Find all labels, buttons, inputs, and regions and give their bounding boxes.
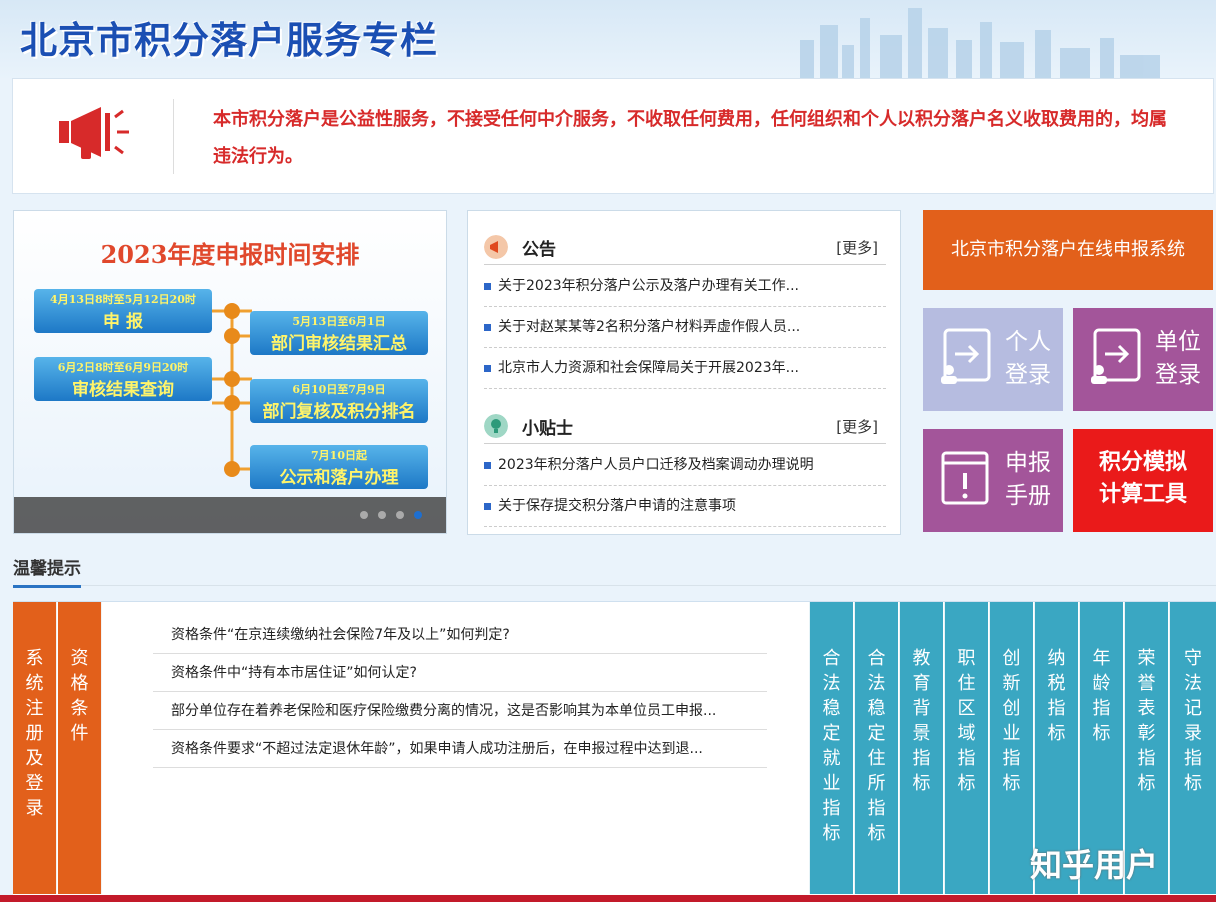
tips-more-link[interactable]: [更多]: [836, 416, 878, 437]
notice-text: 本市积分落户是公益性服务，不接受任何中介服务，不收取任何费用，任何组织和个人以积…: [213, 109, 1167, 167]
qa-item[interactable]: 资格条件中“持有本市居住证”如何认定?: [153, 654, 767, 692]
carousel-bar: [14, 497, 446, 533]
qa-item[interactable]: 部分单位存在着养老保险和医疗保险缴费分离的情况，这是否影响其为本单位员工申报..…: [153, 692, 767, 730]
calculator-button[interactable]: 积分模拟计算工具: [1073, 429, 1213, 532]
tab-registration-login[interactable]: 系统注册及登录: [13, 602, 57, 894]
login-icon: [941, 328, 991, 384]
bottom-bar: [0, 895, 1216, 902]
schedule-step: 4月13日8时至5月12日20时 申 报: [34, 289, 212, 333]
tab-employment-indicator[interactable]: 合法稳定就业指标: [809, 602, 853, 894]
online-system-button[interactable]: 北京市积分落户在线申报系统: [923, 210, 1213, 290]
personal-login-label: 个人登录: [1005, 329, 1051, 388]
tab-law-abiding-indicator[interactable]: 守法记录指标: [1169, 602, 1216, 894]
tab-qualification[interactable]: 资格条件: [58, 602, 102, 894]
schedule-banner[interactable]: 2023年度申报时间安排 4月13日8时至5月12日20时 申 报 5月13日至…: [13, 210, 447, 534]
calculator-label: 积分模拟计算工具: [1098, 450, 1187, 507]
tab-work-residence-area-indicator[interactable]: 职住区域指标: [944, 602, 988, 894]
city-skyline-decoration: [800, 8, 1160, 78]
announcement-item[interactable]: 北京市人力资源和社会保障局关于开展2023年...: [484, 348, 886, 389]
carousel-dot-active[interactable]: [414, 511, 422, 519]
warm-tips-header: 温馨提示: [13, 550, 1216, 588]
unit-login-label: 单位登录: [1155, 329, 1201, 388]
site-title: 北京市积分落户服务专栏: [20, 19, 438, 62]
schedule-step: 5月13日至6月1日 部门审核结果汇总: [250, 311, 428, 355]
tip-item[interactable]: 2023年积分落户人员户口迁移及档案调动办理说明: [484, 445, 886, 486]
tip-item[interactable]: 关于保存提交积分落户申请的注意事项: [484, 486, 886, 527]
manual-label: 申报手册: [1005, 450, 1051, 509]
notice-divider: [173, 99, 174, 174]
megaphone-icon: [59, 107, 129, 159]
header: 北京市积分落户服务专栏: [0, 0, 1216, 78]
announcement-item[interactable]: 关于对赵某某等2名积分落户材料弄虚作假人员...: [484, 307, 886, 348]
announcement-icon: [484, 235, 508, 259]
schedule-step: 6月2日8时至6月9日20时 审核结果查询: [34, 357, 212, 401]
tips-box-header: 小贴士 [更多]: [484, 408, 886, 444]
tab-education-indicator[interactable]: 教育背景指标: [899, 602, 943, 894]
warm-tips-title: 温馨提示: [13, 554, 81, 588]
book-icon: [941, 451, 989, 505]
tab-residence-indicator[interactable]: 合法稳定住所指标: [854, 602, 898, 894]
unit-login-button[interactable]: 单位登录: [1073, 308, 1213, 411]
carousel-dot[interactable]: [396, 511, 404, 519]
manual-button[interactable]: 申报手册: [923, 429, 1063, 532]
carousel-dot[interactable]: [360, 511, 368, 519]
announcements-title: 公告: [522, 240, 556, 260]
login-icon: [1091, 328, 1141, 384]
qa-item[interactable]: 资格条件要求“不超过法定退休年龄”，如果申请人成功注册后，在申报过程中达到退..…: [153, 730, 767, 768]
tab-innovation-indicator[interactable]: 创新创业指标: [989, 602, 1033, 894]
announcements-header: 公告 [更多]: [484, 229, 886, 265]
announcement-item[interactable]: 关于2023年积分落户公示及落户办理有关工作...: [484, 266, 886, 307]
personal-login-button[interactable]: 个人登录: [923, 308, 1063, 411]
notice-panel: 本市积分落户是公益性服务，不接受任何中介服务，不收取任何费用，任何组织和个人以积…: [12, 78, 1214, 194]
schedule-step: 7月10日起 公示和落户办理: [250, 445, 428, 489]
carousel-dot[interactable]: [378, 511, 386, 519]
schedule-step: 6月10日至7月9日 部门复核及积分排名: [250, 379, 428, 423]
qa-item[interactable]: 资格条件“在京连续缴纳社会保险7年及以上”如何判定?: [153, 616, 767, 654]
watermark: 知乎用户: [1030, 846, 1159, 884]
lightbulb-icon: [484, 414, 508, 438]
news-panel: 公告 [更多] 关于2023年积分落户公示及落户办理有关工作... 关于对赵某某…: [467, 210, 901, 535]
tips-box-title: 小贴士: [522, 419, 573, 439]
announcements-more-link[interactable]: [更多]: [836, 237, 878, 258]
